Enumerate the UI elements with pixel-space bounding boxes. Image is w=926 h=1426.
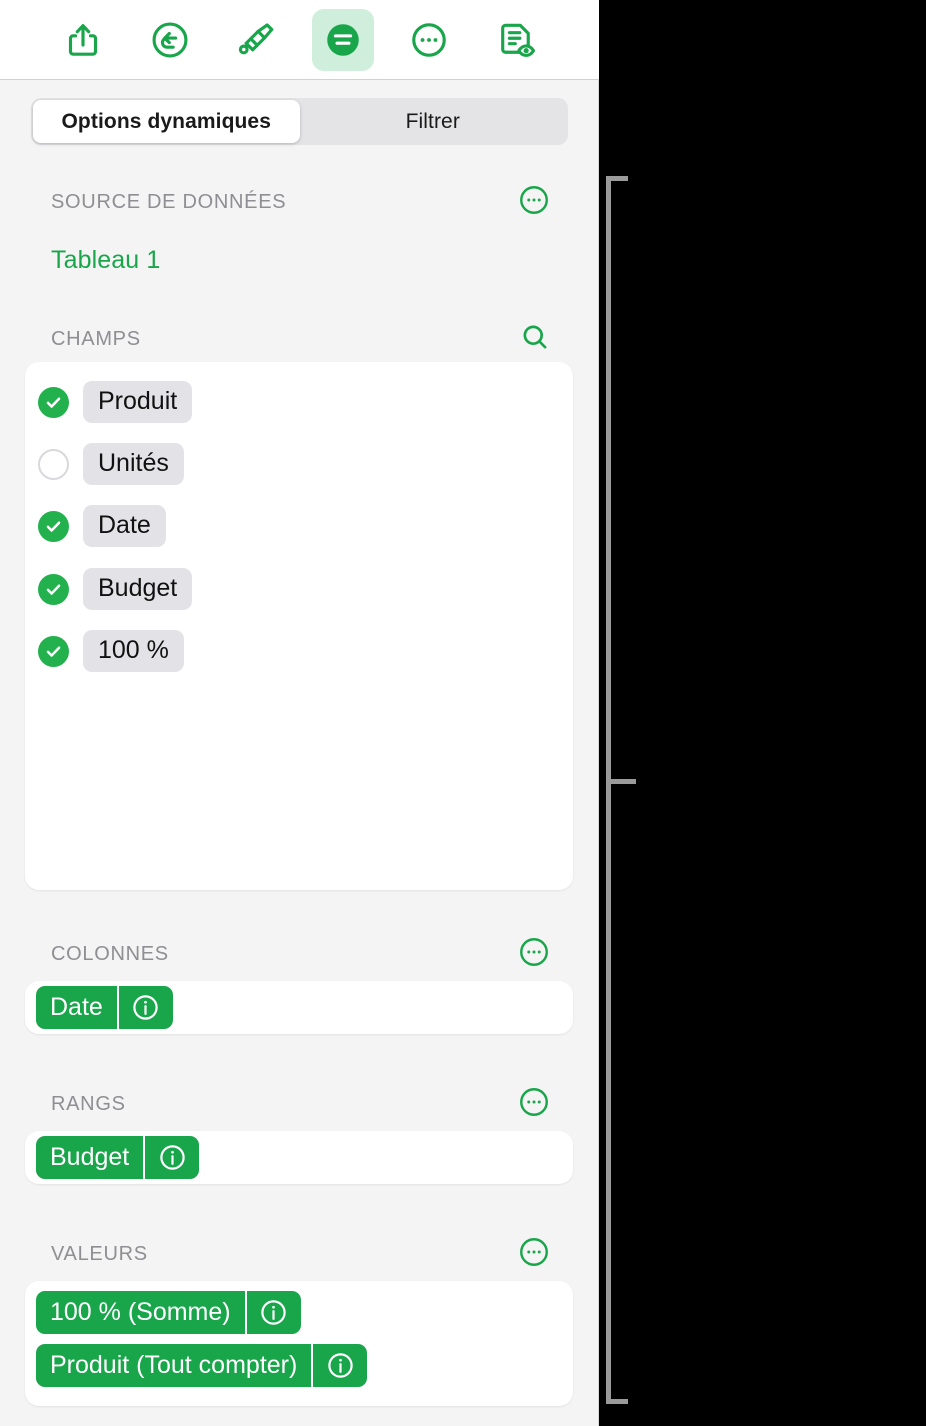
field-row[interactable]: Produit	[25, 380, 573, 424]
panel-tabs: Options dynamiques Filtrer	[31, 98, 568, 145]
fields-header: CHAMPS	[0, 325, 599, 353]
fields-title: CHAMPS	[51, 327, 141, 350]
field-checkbox[interactable]	[38, 386, 69, 418]
rows-card: Budget	[25, 1131, 573, 1184]
field-label[interactable]: Date	[83, 504, 166, 548]
values-header: VALEURS	[0, 1237, 599, 1268]
more-circle-icon	[517, 1235, 551, 1274]
more-icon	[408, 19, 450, 61]
more-circle-icon	[517, 1085, 551, 1124]
data-source-title: SOURCE DE DONNÉES	[51, 190, 287, 213]
document-preview-button[interactable]	[485, 9, 547, 71]
field-row[interactable]: Date	[25, 504, 573, 548]
more-circle-icon	[517, 183, 551, 222]
undo-button[interactable]	[139, 9, 201, 71]
check-icon	[44, 642, 63, 661]
field-row[interactable]: Unités	[25, 442, 573, 486]
field-label[interactable]: 100 %	[83, 629, 184, 673]
fields-search-button[interactable]	[519, 321, 551, 358]
paintbrush-icon	[235, 19, 277, 61]
data-source-header: SOURCE DE DONNÉES	[0, 185, 599, 216]
info-circle-icon[interactable]	[247, 1291, 301, 1334]
more-button[interactable]	[398, 9, 460, 71]
field-label[interactable]: Unités	[83, 442, 184, 486]
values-title: VALEURS	[51, 1242, 148, 1265]
data-source-value[interactable]: Tableau 1	[51, 246, 160, 275]
info-circle-icon[interactable]	[313, 1344, 367, 1387]
info-circle-icon[interactable]	[119, 986, 173, 1029]
fields-card: Produit Unités Date Budget 100 %	[25, 362, 573, 890]
callout-bracket	[606, 176, 628, 1404]
field-checkbox[interactable]	[38, 635, 69, 667]
document-preview-icon	[495, 19, 537, 61]
pill-label: Produit (Tout compter)	[36, 1344, 314, 1387]
callout-bracket-tick	[606, 779, 636, 784]
check-icon	[44, 393, 63, 412]
tab-filtrer[interactable]: Filtrer	[300, 100, 567, 143]
values-card: 100 % (Somme) Produit (Tout compter)	[25, 1281, 573, 1406]
check-icon	[44, 580, 63, 599]
columns-pill[interactable]: Date	[36, 986, 173, 1029]
rows-header: RANGS	[0, 1087, 599, 1118]
values-more-button[interactable]	[517, 1235, 551, 1274]
field-checkbox[interactable]	[38, 510, 69, 542]
data-source-more-button[interactable]	[517, 183, 551, 222]
pill-label: 100 % (Somme)	[36, 1291, 247, 1334]
columns-title: COLONNES	[51, 942, 169, 965]
field-label[interactable]: Produit	[83, 380, 193, 424]
rows-more-button[interactable]	[517, 1085, 551, 1124]
field-row[interactable]: Budget	[25, 567, 573, 611]
pivot-options-panel: Options dynamiques Filtrer SOURCE DE DON…	[0, 0, 599, 1426]
check-icon	[44, 517, 63, 536]
tab-options-dynamiques[interactable]: Options dynamiques	[33, 100, 300, 143]
field-row[interactable]: 100 %	[25, 629, 573, 673]
share-button[interactable]	[52, 9, 114, 71]
format-icon	[321, 18, 365, 62]
top-toolbar	[0, 0, 599, 80]
more-circle-icon	[517, 935, 551, 974]
search-icon	[519, 321, 551, 358]
info-circle-icon[interactable]	[145, 1136, 199, 1179]
pill-label: Date	[36, 986, 119, 1029]
columns-more-button[interactable]	[517, 935, 551, 974]
rows-pill[interactable]: Budget	[36, 1136, 200, 1179]
columns-card: Date	[25, 981, 573, 1034]
pill-label: Budget	[36, 1136, 146, 1179]
field-checkbox[interactable]	[38, 573, 69, 605]
values-pill[interactable]: 100 % (Somme)	[36, 1291, 301, 1334]
values-pill[interactable]: Produit (Tout compter)	[36, 1344, 368, 1387]
undo-icon	[149, 19, 191, 61]
columns-header: COLONNES	[0, 937, 599, 968]
rows-title: RANGS	[51, 1092, 126, 1115]
format-button[interactable]	[311, 8, 374, 71]
share-icon	[63, 20, 103, 60]
field-checkbox[interactable]	[38, 448, 69, 480]
screen-root: Options dynamiques Filtrer SOURCE DE DON…	[0, 0, 926, 1426]
field-label[interactable]: Budget	[83, 567, 193, 611]
paintbrush-button[interactable]	[225, 9, 287, 71]
